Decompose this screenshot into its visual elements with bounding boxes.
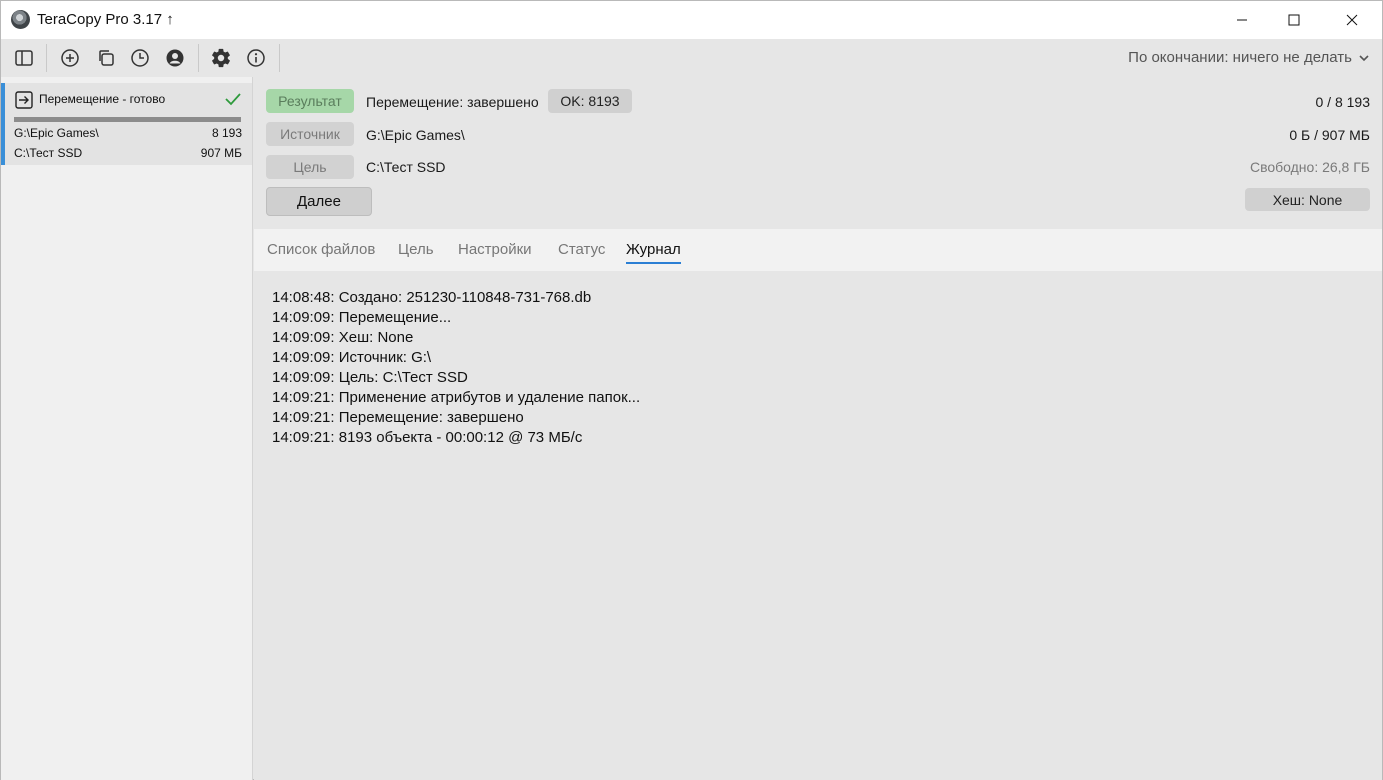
log-panel[interactable]: 14:08:48: Создано: 251230-110848-731-768… bbox=[254, 271, 1382, 780]
log-line: 14:08:48: Создано: 251230-110848-731-768… bbox=[272, 289, 592, 306]
settings-button[interactable] bbox=[208, 45, 234, 71]
history-button[interactable] bbox=[127, 45, 153, 71]
job-target-path: C:\Тест SSD bbox=[14, 146, 83, 160]
close-button[interactable] bbox=[1329, 1, 1375, 39]
checkmark-icon bbox=[224, 91, 242, 112]
move-icon bbox=[15, 91, 33, 114]
log-line: 14:09:09: Источник: G:\ bbox=[272, 349, 432, 366]
log-line: 14:09:09: Хеш: None bbox=[272, 329, 414, 346]
toggle-sidebar-button[interactable] bbox=[11, 45, 37, 71]
target-value[interactable]: C:\Тест SSD bbox=[366, 159, 446, 175]
result-label: Результат bbox=[266, 89, 354, 113]
tab-log[interactable]: Журнал bbox=[626, 241, 681, 264]
free-space: Свободно: 26,8 ГБ bbox=[1249, 159, 1370, 175]
toolbar-divider bbox=[198, 44, 199, 72]
main-panel: Результат Перемещение: завершено OK: 819… bbox=[254, 77, 1382, 780]
copy-button[interactable] bbox=[93, 45, 119, 71]
app-logo-icon bbox=[11, 10, 30, 29]
source-label: Источник bbox=[266, 122, 354, 146]
minimize-icon bbox=[1237, 19, 1247, 21]
job-source-count: 8 193 bbox=[211, 126, 242, 140]
job-source-path: G:\Epic Games\ bbox=[14, 126, 99, 140]
copy-icon bbox=[99, 50, 114, 66]
clock-icon bbox=[131, 49, 149, 67]
job-target-size: 907 МБ bbox=[200, 146, 242, 160]
log-line: 14:09:09: Перемещение... bbox=[272, 309, 452, 326]
app-window: TeraCopy Pro 3.17 ↑ По окончании: ничего… bbox=[0, 0, 1383, 780]
tab-settings[interactable]: Настройки bbox=[458, 241, 532, 262]
job-title: Перемещение - готово bbox=[39, 92, 166, 106]
finish-action-label: По окончании: ничего не делать bbox=[1128, 49, 1352, 66]
account-button[interactable] bbox=[162, 45, 188, 71]
job-target-row: C:\Тест SSD 907 МБ bbox=[14, 146, 242, 160]
toolbar-divider bbox=[46, 44, 47, 72]
job-list-sidebar: Перемещение - готово G:\Epic Games\ 8 19… bbox=[1, 77, 253, 780]
job-item[interactable]: Перемещение - готово G:\Epic Games\ 8 19… bbox=[1, 83, 252, 165]
tab-file-list[interactable]: Список файлов bbox=[267, 241, 375, 262]
hash-badge[interactable]: Хеш: None bbox=[1245, 188, 1370, 211]
user-icon bbox=[166, 49, 184, 67]
result-value: Перемещение: завершено bbox=[366, 94, 539, 110]
chevron-down-icon bbox=[1359, 54, 1369, 61]
size-progress: 0 Б / 907 МБ bbox=[1289, 127, 1370, 143]
toolbar: По окончании: ничего не делать bbox=[1, 39, 1382, 77]
source-value[interactable]: G:\Epic Games\ bbox=[366, 127, 465, 143]
plus-circle-icon bbox=[61, 49, 79, 67]
log-line: 14:09:09: Цель: C:\Тест SSD bbox=[272, 369, 468, 386]
log-line: 14:09:21: Перемещение: завершено bbox=[272, 409, 524, 426]
finish-action-dropdown[interactable]: По окончании: ничего не делать bbox=[1128, 49, 1370, 66]
add-job-button[interactable] bbox=[57, 45, 83, 71]
maximize-button[interactable] bbox=[1271, 1, 1317, 39]
tab-target[interactable]: Цель bbox=[398, 241, 434, 262]
job-details: Результат Перемещение: завершено OK: 819… bbox=[254, 77, 1382, 229]
gear-icon bbox=[212, 48, 230, 68]
log-line: 14:09:21: 8193 объекта - 00:00:12 @ 73 М… bbox=[272, 429, 583, 446]
toolbar-divider bbox=[279, 44, 280, 72]
ok-badge: OK: 8193 bbox=[548, 89, 632, 113]
file-count: 0 / 8 193 bbox=[1315, 94, 1371, 110]
maximize-icon bbox=[1288, 14, 1300, 26]
window-title: TeraCopy Pro 3.17 ↑ bbox=[37, 11, 174, 28]
job-progress-bar bbox=[14, 117, 241, 122]
close-icon bbox=[1346, 14, 1358, 26]
target-label: Цель bbox=[266, 155, 354, 179]
minimize-button[interactable] bbox=[1219, 1, 1265, 39]
job-source-row: G:\Epic Games\ 8 193 bbox=[14, 126, 242, 140]
log-line: 14:09:21: Применение атрибутов и удалени… bbox=[272, 389, 641, 406]
tab-status[interactable]: Статус bbox=[558, 241, 605, 262]
title-bar[interactable]: TeraCopy Pro 3.17 ↑ bbox=[1, 1, 1382, 39]
about-button[interactable] bbox=[243, 45, 269, 71]
info-icon bbox=[247, 49, 265, 67]
tab-bar: Список файлов Цель Настройки Статус Журн… bbox=[254, 229, 1382, 271]
next-button[interactable]: Далее bbox=[266, 187, 372, 216]
sidebar-panel-icon bbox=[15, 50, 33, 66]
